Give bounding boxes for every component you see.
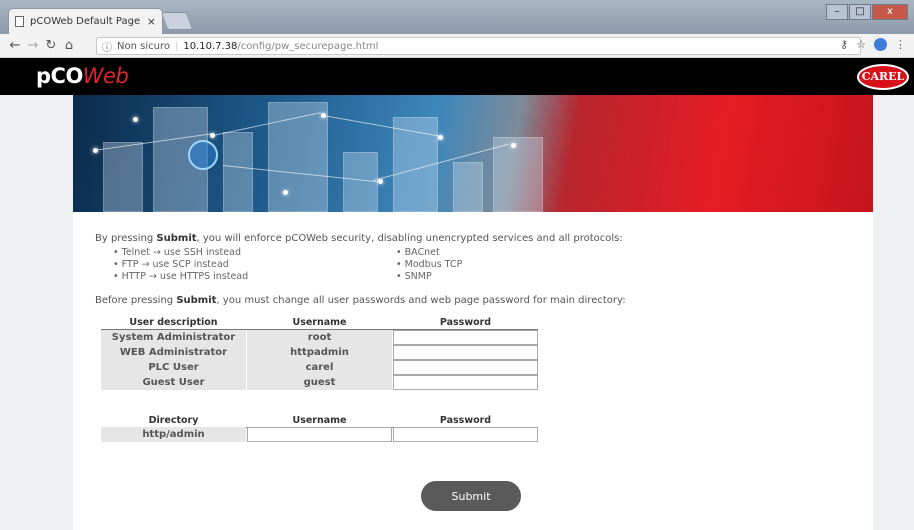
user-desc-plc-user: PLC User — [101, 360, 246, 375]
directory-password-input[interactable] — [393, 427, 538, 442]
key-icon[interactable]: ⚷ — [840, 38, 848, 51]
user-name-carel: carel — [247, 360, 392, 375]
bullet-telnet: • Telnet → use SSH instead — [113, 247, 241, 258]
minimize-button[interactable]: – — [826, 4, 848, 20]
city-network-banner — [73, 95, 873, 212]
col-dir-username: Username — [292, 415, 347, 426]
col-username: Username — [292, 317, 347, 328]
browser-toolbar: ← → ↻ ⌂ ⓘ Non sicuro | 10.10.7.38/config… — [0, 34, 914, 58]
maximize-button[interactable]: □ — [849, 4, 871, 20]
intro-text: By pressing Submit, you will enforce pCO… — [95, 233, 623, 244]
submit-button[interactable]: Submit — [421, 481, 521, 511]
password-httpadmin-input[interactable] — [393, 345, 538, 360]
url-path: /config/pw_securepage.html — [237, 40, 379, 52]
tab-close-icon[interactable]: × — [147, 15, 156, 28]
window-controls: – □ x — [826, 4, 908, 20]
reload-icon[interactable]: ↻ — [42, 38, 60, 53]
password-guest-input[interactable] — [393, 375, 538, 390]
bullet-modbus: • Modbus TCP — [396, 259, 463, 270]
col-directory: Directory — [148, 415, 199, 426]
forward-icon[interactable]: → — [24, 38, 42, 53]
directory-http-admin: http/admin — [101, 427, 246, 442]
col-user-description: User description — [129, 317, 218, 328]
user-desc-guest-user: Guest User — [101, 375, 246, 390]
user-name-guest: guest — [247, 375, 392, 390]
menu-icon[interactable]: ⋮ — [895, 38, 906, 51]
user-desc-web-admin: WEB Administrator — [101, 345, 246, 360]
pcoweb-logo: pCOWeb — [36, 64, 129, 88]
bullet-bacnet: • BACnet — [396, 247, 440, 258]
security-label: Non sicuro — [117, 40, 170, 52]
url-host: 10.10.7.38 — [183, 40, 238, 52]
star-icon[interactable]: ☆ — [856, 38, 866, 51]
password-carel-input[interactable] — [393, 360, 538, 375]
address-bar[interactable]: ⓘ Non sicuro | 10.10.7.38/config/pw_secu… — [96, 37, 861, 55]
back-icon[interactable]: ← — [6, 38, 24, 53]
directory-username-input[interactable] — [247, 427, 392, 442]
close-window-button[interactable]: x — [872, 4, 908, 20]
user-name-root: root — [247, 330, 392, 345]
password-root-input[interactable] — [393, 330, 538, 345]
pcoweb-header: pCOWeb CAREL — [0, 58, 914, 95]
page-icon — [15, 16, 24, 27]
user-desc-system-admin: System Administrator — [101, 330, 246, 345]
new-tab-button[interactable] — [160, 12, 194, 30]
bullet-http: • HTTP → use HTTPS instead — [113, 271, 249, 282]
browser-titlebar: pCOWeb Default Page × – □ x — [0, 0, 914, 34]
col-password: Password — [439, 317, 492, 328]
url-separator: | — [174, 40, 179, 52]
home-icon[interactable]: ⌂ — [60, 38, 78, 53]
user-name-httpadmin: httpadmin — [247, 345, 392, 360]
info-icon[interactable]: ⓘ — [102, 39, 112, 54]
main-content: By pressing Submit, you will enforce pCO… — [73, 95, 873, 530]
network-hub-icon — [188, 140, 218, 170]
bullet-snmp: • SNMP — [396, 271, 432, 282]
carel-logo: CAREL — [857, 64, 909, 90]
extension-icon[interactable] — [874, 38, 887, 51]
bullet-ftp: • FTP → use SCP instead — [113, 259, 229, 270]
before-text: Before pressing Submit, you must change … — [95, 295, 626, 306]
col-dir-password: Password — [439, 415, 492, 426]
toolbar-right-icons: ⚷ ☆ ⋮ — [840, 38, 906, 51]
browser-tab[interactable]: pCOWeb Default Page × — [8, 8, 163, 34]
tab-title: pCOWeb Default Page — [30, 16, 141, 27]
